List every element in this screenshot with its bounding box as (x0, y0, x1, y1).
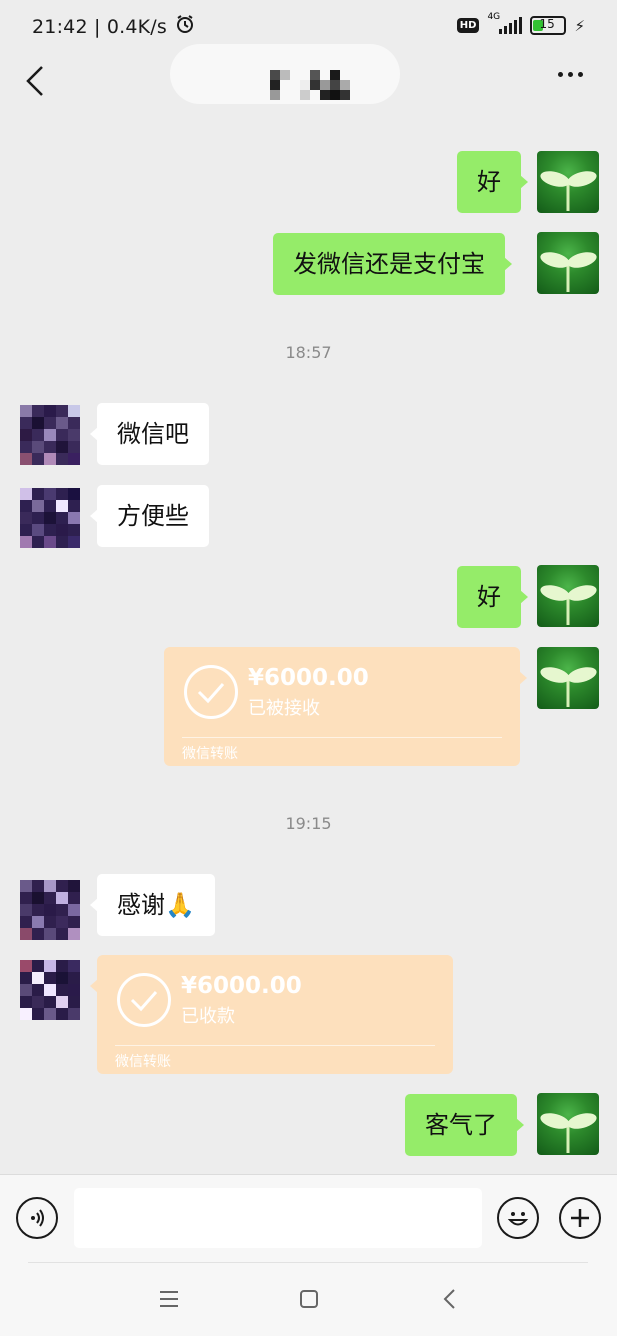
network-label: 4G (487, 11, 501, 22)
timestamp: 18:57 (285, 343, 332, 362)
transfer-status: 已收款 (181, 1006, 235, 1027)
home-nav-icon (300, 1290, 318, 1308)
voice-button[interactable] (16, 1197, 58, 1239)
divider (28, 1262, 588, 1263)
divider (115, 1045, 435, 1046)
contact-avatar[interactable] (20, 488, 80, 548)
transfer-label: 微信转账 (115, 1054, 171, 1070)
voice-icon (31, 1209, 44, 1227)
status-time-speed: 21:42 | 0.4K/s (32, 15, 168, 38)
battery-level: 15 (539, 17, 555, 31)
my-message[interactable]: 发微信还是支付宝 (273, 233, 512, 295)
transfer-card[interactable]: ¥6000.00 已被接收 微信转账 (164, 647, 527, 766)
add-icon (571, 1209, 589, 1227)
my-message[interactable]: 客气了 (405, 1094, 524, 1156)
signal-icon: 4G (487, 12, 523, 34)
divider (182, 737, 502, 738)
back-icon (26, 66, 43, 96)
menu-nav-button[interactable] (158, 1288, 180, 1314)
home-nav-button[interactable] (298, 1288, 320, 1314)
back-nav-button[interactable] (440, 1287, 460, 1315)
alarm-icon (175, 14, 195, 39)
transfer-card[interactable]: ¥6000.00 已收款 微信转账 (90, 955, 453, 1074)
contact-message[interactable]: 微信吧 (90, 403, 209, 465)
check-circle-icon (117, 973, 171, 1027)
emoji-icon (507, 1212, 529, 1226)
transfer-label: 微信转账 (182, 746, 238, 762)
my-avatar[interactable] (537, 232, 599, 294)
my-avatar[interactable] (537, 151, 599, 213)
emoji-button[interactable] (497, 1197, 539, 1239)
message-input[interactable] (74, 1188, 482, 1248)
menu-nav-icon (160, 1291, 178, 1307)
my-avatar[interactable] (537, 1093, 599, 1155)
transfer-amount: ¥6000.00 (181, 973, 302, 999)
more-icon (558, 72, 583, 77)
my-message[interactable]: 好 (457, 566, 528, 628)
contact-avatar[interactable] (20, 405, 80, 465)
back-button[interactable] (24, 64, 56, 98)
timestamp: 19:15 (285, 814, 332, 833)
contact-avatar[interactable] (20, 880, 80, 940)
my-avatar[interactable] (537, 647, 599, 709)
transfer-status: 已被接收 (248, 698, 320, 719)
charging-icon: ⚡ (574, 16, 585, 35)
more-button[interactable] (558, 72, 583, 77)
chat-title-pixelated (270, 70, 350, 100)
my-message[interactable]: 好 (457, 151, 528, 213)
contact-message[interactable]: 感谢🙏 (90, 874, 215, 936)
battery-icon: 15 (530, 16, 567, 35)
my-avatar[interactable] (537, 565, 599, 627)
contact-avatar[interactable] (20, 960, 80, 1020)
back-nav-icon (443, 1289, 455, 1309)
transfer-amount: ¥6000.00 (248, 665, 369, 691)
contact-message[interactable]: 方便些 (90, 485, 209, 547)
check-circle-icon (184, 665, 238, 719)
add-button[interactable] (559, 1197, 601, 1239)
hd-badge: HD (456, 18, 480, 33)
